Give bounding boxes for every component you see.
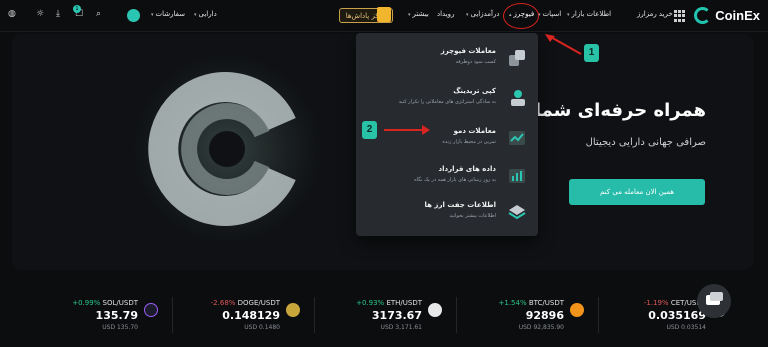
- menu-item-desc: تمرین در محیط بازار زنده: [442, 139, 496, 145]
- copy-trading-icon: [511, 90, 525, 106]
- nav-orders-label: سفارشات: [155, 10, 186, 18]
- gift-icon: [377, 7, 391, 22]
- ticker-pair-line: +1.54% BTC/USDT: [499, 299, 565, 307]
- menu-item-title: معاملات دمو: [453, 127, 496, 135]
- nav-events[interactable]: رویداد: [437, 10, 454, 18]
- ticker-doge[interactable]: -2.68% DOGE/USDT 0.148129 USD 0.1480: [190, 299, 300, 339]
- futures-icon: [509, 50, 525, 66]
- notification-badge: 1: [73, 5, 81, 13]
- menu-item-title: معاملات فیوچرز: [440, 47, 496, 55]
- hero-3d-logo-image: [132, 54, 322, 244]
- sol-coin-icon: [144, 303, 158, 317]
- language-globe-icon[interactable]: ◍: [8, 9, 16, 19]
- nav-earn[interactable]: ▾ درآمدزایی: [466, 10, 500, 18]
- ticker-divider: [172, 297, 173, 333]
- menu-item-pair-info[interactable]: اطلاعات جفت ارز ها اطلاعات بیشتر بخوانید: [366, 199, 526, 229]
- ticker-change: +0.99%: [72, 299, 101, 307]
- ticker-pair-line: -2.68% DOGE/USDT: [211, 299, 280, 307]
- ticker-change: +0.93%: [356, 299, 385, 307]
- nav-more[interactable]: ▾ بیشتر: [408, 10, 429, 18]
- apps-grid-icon[interactable]: [674, 10, 686, 22]
- menu-item-desc: به سادگی استراتژی های معاملاتی را تکرار …: [398, 99, 496, 105]
- ticker-divider: [314, 297, 315, 333]
- demo-trading-icon: [509, 131, 525, 145]
- coinex-logo[interactable]: CoinEx: [694, 7, 760, 24]
- ticker-eth[interactable]: +0.93% ETH/USDT 3173.67 USD 3,171.61: [332, 299, 442, 339]
- nav-orders[interactable]: ▾ سفارشات: [151, 10, 185, 18]
- download-icon[interactable]: ⤓: [56, 9, 60, 19]
- ticker-usd-value: USD 3,171.61: [380, 324, 422, 331]
- search-icon[interactable]: ⌕: [96, 9, 101, 19]
- btc-coin-icon: [570, 303, 584, 317]
- ticker-pair-line: +0.99% SOL/USDT: [72, 299, 138, 307]
- contract-data-icon: [509, 169, 525, 183]
- hero-subtitle: صرافی جهانی دارایی دیجیتال: [585, 137, 706, 148]
- chat-icon: [706, 292, 723, 305]
- ticker-price: 3173.67: [371, 309, 422, 322]
- ticker-price: 0.148129: [222, 309, 280, 322]
- chevron-down-icon: ▾: [151, 12, 154, 18]
- ticker-usd-value: USD 135.70: [102, 324, 138, 331]
- trade-now-button[interactable]: همین الان معامله می کنم: [569, 179, 705, 205]
- annotation-step-1: 1: [584, 44, 599, 62]
- eth-coin-icon: [428, 303, 442, 317]
- chevron-down-icon: ▾: [567, 12, 570, 18]
- user-avatar[interactable]: [127, 9, 140, 22]
- chevron-down-icon: ▾: [194, 12, 197, 18]
- ticker-divider: [598, 297, 599, 333]
- ticker-pair-line: +0.93% ETH/USDT: [356, 299, 422, 307]
- annotation-arrow-1: [545, 34, 582, 55]
- menu-item-title: کپی تریدینگ: [453, 87, 496, 95]
- nav-assets-label: دارایی: [198, 10, 217, 18]
- ticker-pair: DOGE/USDT: [237, 299, 280, 307]
- ticker-change: +1.54%: [498, 299, 527, 307]
- trade-now-label: همین الان معامله می کنم: [600, 188, 674, 196]
- nav-buy-crypto-label: خرید رمزارز: [637, 10, 673, 18]
- annotation-circle-futures: [503, 3, 539, 29]
- ticker-strip: +0.99% SOL/USDT 135.79 USD 135.70 -2.68%…: [0, 283, 768, 347]
- nav-market-info[interactable]: ▾ اطلاعات بازار: [567, 10, 611, 18]
- menu-item-copy-trading[interactable]: کپی تریدینگ به سادگی استراتژی های معاملا…: [366, 85, 526, 115]
- coinex-logo-icon: [694, 7, 712, 24]
- ticker-price: 135.79: [95, 309, 138, 322]
- theme-toggle-icon[interactable]: ☼: [36, 9, 44, 19]
- ticker-usd-value: USD 0.03514: [666, 324, 706, 331]
- ticker-change: -2.68%: [210, 299, 236, 307]
- nav-spot-label: اسپات: [542, 10, 562, 18]
- ticker-divider: [456, 297, 457, 333]
- ticker-pair: SOL/USDT: [102, 299, 138, 307]
- ticker-pair: ETH/USDT: [386, 299, 422, 307]
- nav-more-label: بیشتر: [412, 10, 429, 18]
- nav-spot[interactable]: ▾ اسپات: [538, 10, 561, 18]
- top-navigation-bar: CoinEx خرید رمزارز ▾ اطلاعات بازار ▾ اسپات…: [0, 0, 768, 32]
- ticker-usd-value: USD 92,835.90: [518, 324, 564, 331]
- annotation-arrow-2: [384, 125, 430, 135]
- nav-assets[interactable]: ▾ دارایی: [194, 10, 217, 18]
- menu-item-contract-data[interactable]: داده های قرارداد به روز رسانی های بازار …: [366, 163, 526, 193]
- menu-item-desc: کسب سود دوطرفه: [455, 59, 496, 65]
- pair-info-icon: [508, 205, 526, 220]
- ticker-btc[interactable]: +1.54% BTC/USDT 92896 USD 92,835.90: [474, 299, 584, 339]
- menu-item-desc: به روز رسانی های بازار همه در یک نگاه: [414, 177, 496, 183]
- coinex-page: CoinEx خرید رمزارز ▾ اطلاعات بازار ▾ اسپات…: [0, 0, 768, 347]
- menu-item-title: اطلاعات جفت ارز ها: [424, 201, 497, 209]
- chat-support-button[interactable]: [697, 284, 731, 318]
- ticker-change: -1.19%: [643, 299, 669, 307]
- menu-item-title: داده های قرارداد: [438, 165, 496, 173]
- chevron-down-icon: ▾: [466, 12, 469, 18]
- ticker-price: 92896: [525, 309, 564, 322]
- annotation-step-2: 2: [362, 121, 377, 139]
- chevron-down-icon: ▾: [408, 12, 411, 18]
- ticker-pair: BTC/USDT: [528, 299, 564, 307]
- ticker-sol[interactable]: +0.99% SOL/USDT 135.79 USD 135.70: [48, 299, 158, 339]
- brand-name: CoinEx: [715, 8, 760, 23]
- ticker-usd-value: USD 0.1480: [244, 324, 280, 331]
- doge-coin-icon: [286, 303, 300, 317]
- menu-item-desc: اطلاعات بیشتر بخوانید: [449, 213, 497, 219]
- nav-buy-crypto[interactable]: خرید رمزارز: [637, 10, 673, 18]
- nav-events-label: رویداد: [437, 10, 455, 18]
- nav-earn-label: درآمدزایی: [470, 10, 500, 18]
- nav-market-info-label: اطلاعات بازار: [571, 10, 612, 18]
- menu-item-futures-trading[interactable]: معاملات فیوچرز کسب سود دوطرفه: [366, 45, 526, 75]
